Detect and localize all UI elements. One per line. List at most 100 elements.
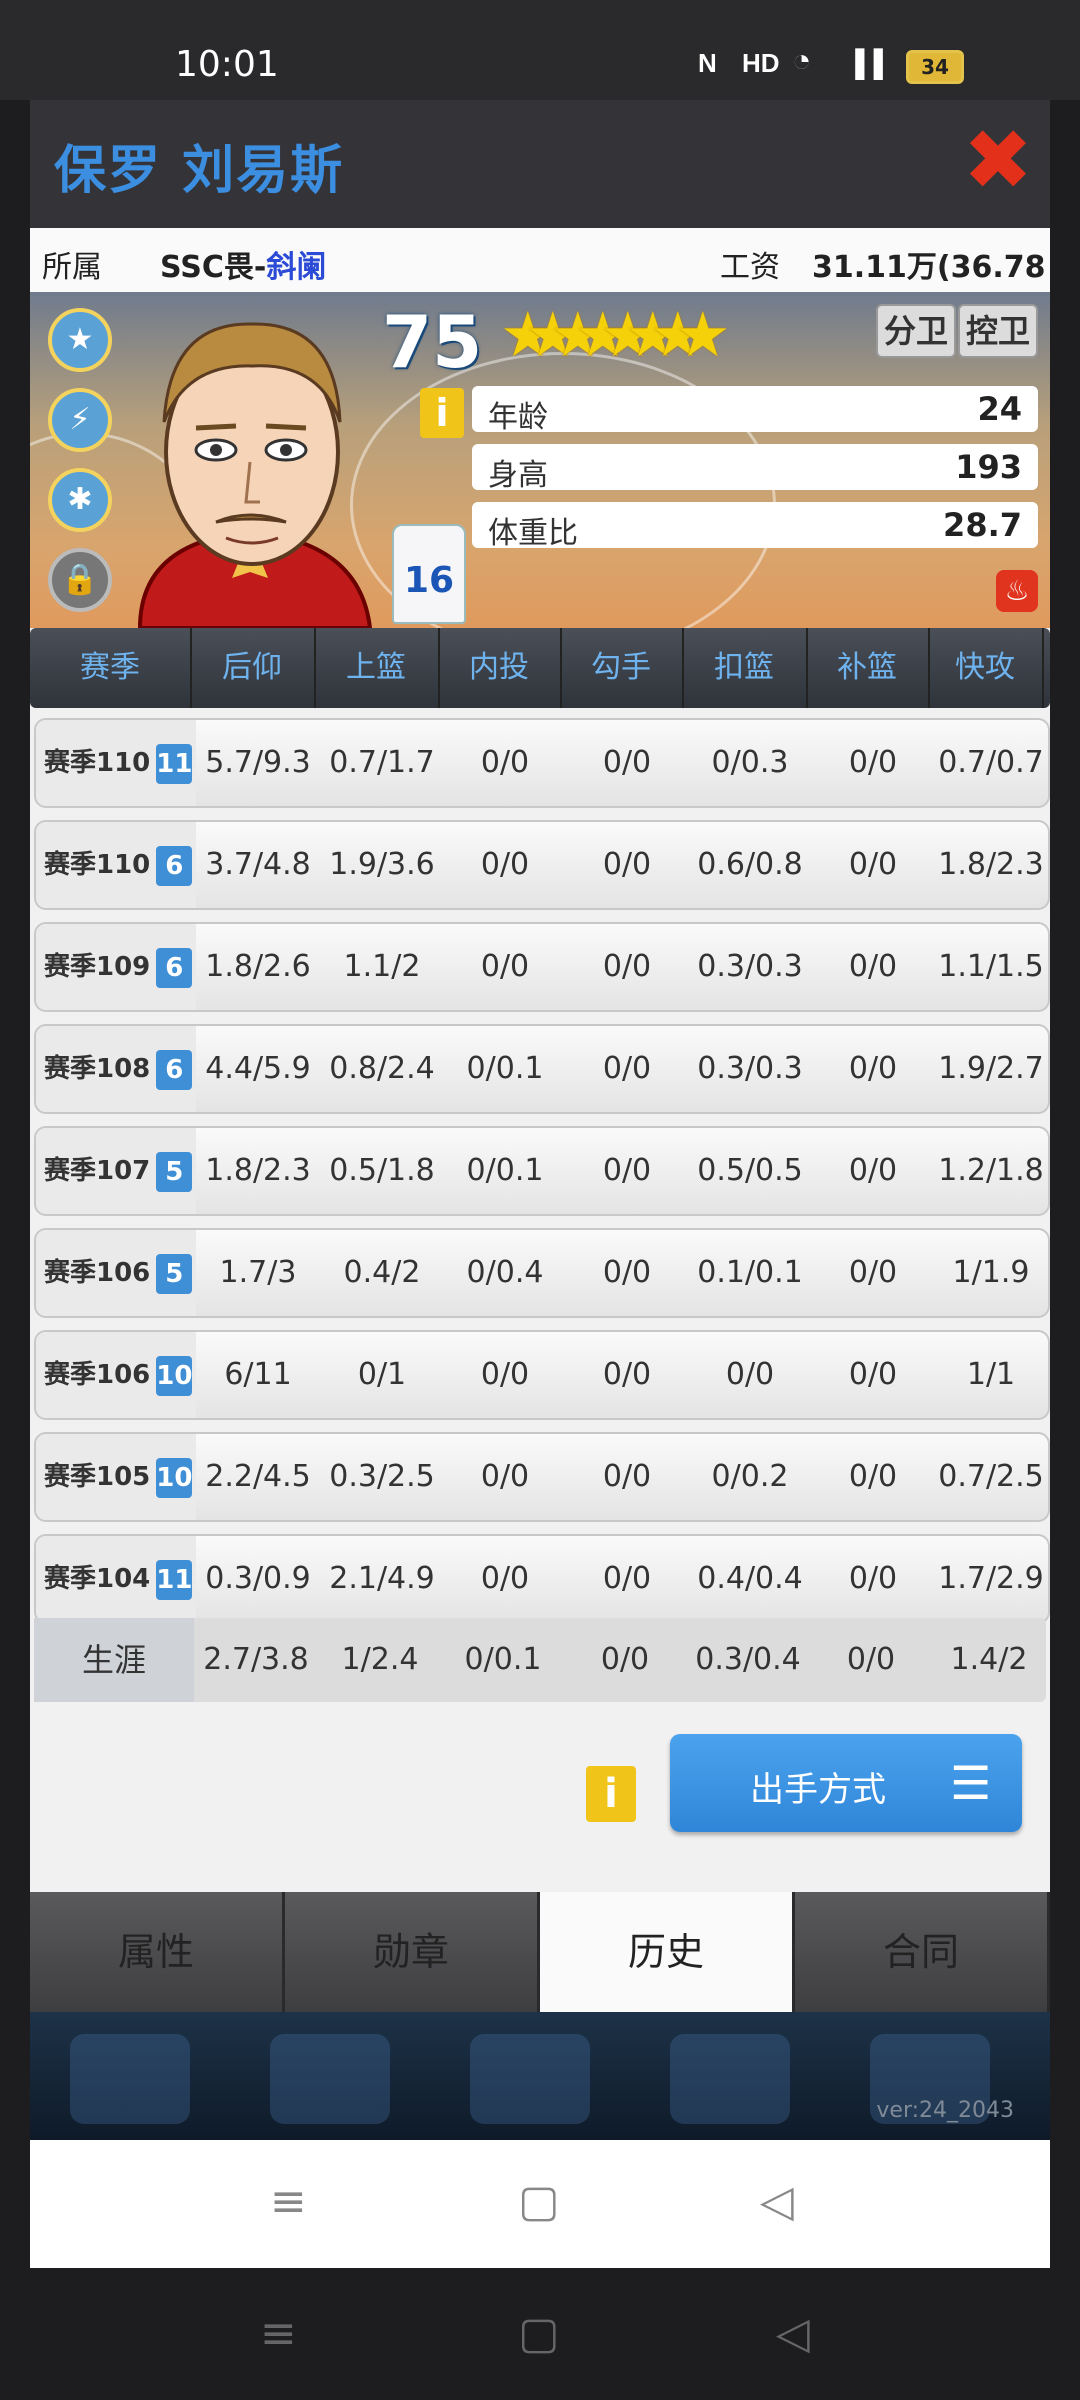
tab-attributes[interactable]: 属性: [30, 1892, 285, 2012]
back-nav-icon[interactable]: ◁: [760, 2176, 794, 2227]
column-header[interactable]: 扣篮: [682, 628, 808, 708]
stat-cell: 0/0: [602, 1561, 652, 1596]
column-header[interactable]: 后仰: [190, 628, 316, 708]
stat-cell: 0/0.1: [466, 1051, 544, 1086]
season-label: 赛季108: [44, 1054, 151, 1084]
season-label: 赛季109: [44, 952, 151, 982]
stat-cell: 0/0: [602, 1051, 652, 1086]
back-nav-icon[interactable]: ◁: [776, 2308, 810, 2359]
attr-label: 年龄: [488, 400, 548, 435]
battery-icon: 34: [906, 50, 964, 84]
stat-cell: 0/0: [602, 745, 652, 780]
level-badge: 10: [156, 1457, 192, 1498]
team-label: 所属: [42, 250, 102, 285]
stat-cell: 0.6/0.8: [697, 847, 803, 882]
season-label: 赛季110: [44, 748, 151, 778]
menu-nav-icon[interactable]: ≡: [260, 2308, 297, 2359]
career-stat-cell: 2.7/3.8: [203, 1642, 309, 1677]
stat-cell: 0/0: [848, 1051, 898, 1086]
stat-cell: 0/0.4: [466, 1255, 544, 1290]
column-header[interactable]: 快攻: [928, 628, 1044, 708]
career-stat-cell: 0.3/0.4: [695, 1642, 801, 1677]
column-header[interactable]: 内投: [438, 628, 562, 708]
stat-cell: 0.5/0.5: [697, 1153, 803, 1188]
tab-history[interactable]: 历史: [540, 1892, 795, 2016]
info-icon[interactable]: i: [420, 388, 464, 438]
tab-medals[interactable]: 勋章: [285, 1892, 540, 2012]
version-label: ver:24_2043: [876, 2098, 1014, 2123]
hd-icon: HD: [742, 48, 780, 78]
stat-cell: 2.1/4.9: [329, 1561, 435, 1596]
player-detail-window: 保罗 刘易斯 ✖ 所属 SSC畏-斜阑 工资 31.11万(36.78万) ★ …: [30, 100, 1050, 2140]
stat-cell: 0/0: [848, 1357, 898, 1392]
nfc-icon: N: [698, 48, 717, 78]
stat-cell: 1.8/2.6: [205, 949, 311, 984]
background-nav-icon: [470, 2034, 590, 2124]
stat-cell: 0/0: [602, 1255, 652, 1290]
fire-icon[interactable]: ♨: [996, 570, 1038, 612]
stat-cell: 1.1/1.5: [938, 949, 1044, 984]
stat-cell: 0/0: [480, 949, 530, 984]
home-nav-icon[interactable]: ▢: [518, 2308, 560, 2359]
wifi-icon: ◔: [792, 42, 812, 78]
stat-cell: 0/0: [848, 949, 898, 984]
attr-value: 24: [977, 390, 1022, 428]
stat-cell: 0/0: [602, 1357, 652, 1392]
tab-bar: 属性 勋章 历史 合同: [30, 1892, 1050, 2016]
close-button[interactable]: ✖: [962, 118, 1034, 202]
attr-label: 体重比: [488, 516, 578, 551]
column-header[interactable]: 补篮: [806, 628, 930, 708]
stat-cell: 1.1/2: [343, 949, 421, 984]
table-row: 赛季110 11 5.7/9.3 0.7/1.7 0/0 0/0 0/0.3 0/0 0.7/0…: [34, 718, 1050, 808]
season-label: 赛季104: [44, 1564, 151, 1594]
menu-icon: ☰: [950, 1756, 992, 1810]
level-badge: 6: [156, 1049, 193, 1090]
stat-cell: 0/0: [480, 745, 530, 780]
career-stat-cell: 1/2.4: [341, 1642, 419, 1677]
career-stat-cell: 1.4/2: [950, 1642, 1028, 1677]
position-shooting-guard[interactable]: 分卫: [876, 304, 956, 358]
stat-cell: 6/11: [224, 1357, 292, 1392]
tab-contract[interactable]: 合同: [795, 1892, 1050, 2012]
shot-mode-button[interactable]: 出手方式 ☰: [670, 1734, 1022, 1832]
season-cell: 赛季110 6: [36, 822, 196, 908]
salary-label: 工资: [720, 250, 780, 285]
season-cell: 赛季107 5: [36, 1128, 196, 1214]
team-link[interactable]: 斜阑: [266, 250, 326, 285]
home-nav-icon[interactable]: ▢: [518, 2176, 560, 2227]
stat-cell: 0/1: [357, 1357, 407, 1392]
attr-row-age: 年龄 24: [472, 386, 1038, 435]
stat-cell: 0.1/0.1: [697, 1255, 803, 1290]
position-point-guard[interactable]: 控卫: [958, 304, 1038, 358]
season-label: 赛季106: [44, 1360, 151, 1390]
stat-cell: 5.7/9.3: [205, 745, 311, 780]
level-badge: 6: [156, 947, 193, 988]
menu-nav-icon[interactable]: ≡: [270, 2176, 307, 2227]
column-header[interactable]: 勾手: [560, 628, 684, 708]
stat-cell: 0/0: [602, 1459, 652, 1494]
table-row: 赛季106 10 6/11 0/1 0/0 0/0 0/0 0/0 1/1: [34, 1330, 1050, 1420]
table-row: 赛季108 6 4.4/5.9 0.8/2.4 0/0.1 0/0 0.3/0.3 0/0 1.…: [34, 1024, 1050, 1114]
player-rating: 75: [382, 300, 483, 384]
career-row: 生涯 2.7/3.8 1/2.4 0/0.1 0/0 0.3/0.4 0/0 1.4/2: [34, 1618, 1046, 1702]
career-stat-cell: 0/0: [846, 1642, 896, 1677]
stat-cell: 0.8/2.4: [329, 1051, 435, 1086]
attr-label: 身高: [488, 458, 548, 493]
season-label: 赛季105: [44, 1462, 151, 1492]
stat-cell: 1.9/3.6: [329, 847, 435, 882]
season-cell: 赛季110 11: [36, 720, 196, 806]
stat-cell: 0.7/0.7: [938, 745, 1044, 780]
stat-cell: 1.7/3: [219, 1255, 297, 1290]
level-badge: 5: [156, 1151, 193, 1192]
attr-row-height: 身高 193: [472, 444, 1038, 493]
column-header[interactable]: 上篮: [314, 628, 440, 708]
signal-icon: ▐▐: [846, 48, 883, 78]
background-nav-icon: [70, 2034, 190, 2124]
season-cell: 赛季106 5: [36, 1230, 196, 1316]
info-button[interactable]: i: [586, 1766, 636, 1822]
stat-cell: 0/0: [848, 1255, 898, 1290]
season-cell: 赛季105 10: [36, 1434, 196, 1520]
season-cell: 赛季104 11: [36, 1536, 196, 1622]
stat-cell: 0/0: [848, 1153, 898, 1188]
column-header[interactable]: 赛季: [30, 628, 192, 708]
